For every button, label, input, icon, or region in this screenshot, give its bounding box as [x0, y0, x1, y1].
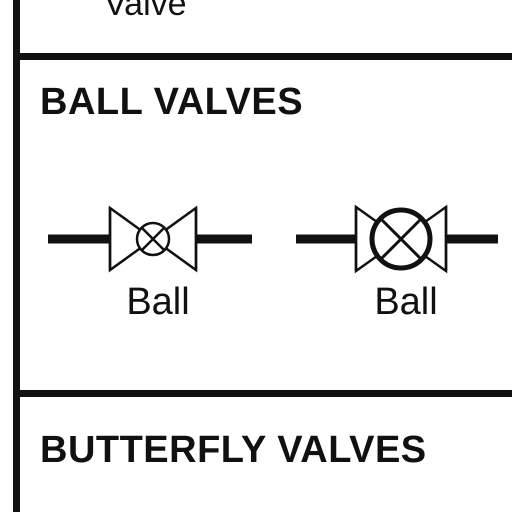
table-left-border — [13, 0, 20, 512]
row-divider — [13, 390, 512, 397]
ball-valve-label: Ball — [374, 281, 438, 323]
row-divider — [13, 53, 512, 60]
ball-valve-label: Ball — [126, 281, 190, 323]
butterfly-valves-heading: BUTTERFLY VALVES — [40, 429, 427, 471]
ball-valve-small-circle-icon — [46, 200, 256, 280]
ball-valve-large-circle-icon — [294, 200, 504, 280]
ball-valves-heading: BALL VALVES — [40, 81, 304, 123]
previous-row-label: Valve — [104, 0, 187, 23]
